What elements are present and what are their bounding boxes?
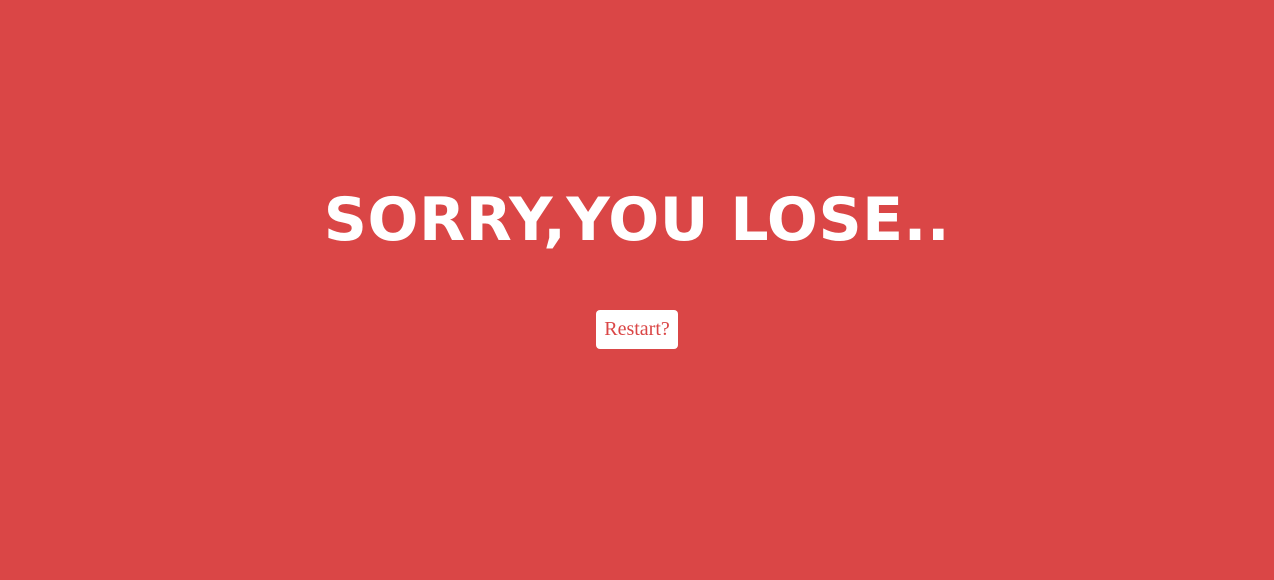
restart-container: Restart? [0,310,1274,349]
restart-button[interactable]: Restart? [596,310,678,349]
game-over-title: SORRY,YOU LOSE.. [323,185,951,255]
game-over-screen: SORRY,YOU LOSE.. Restart? [0,0,1274,580]
